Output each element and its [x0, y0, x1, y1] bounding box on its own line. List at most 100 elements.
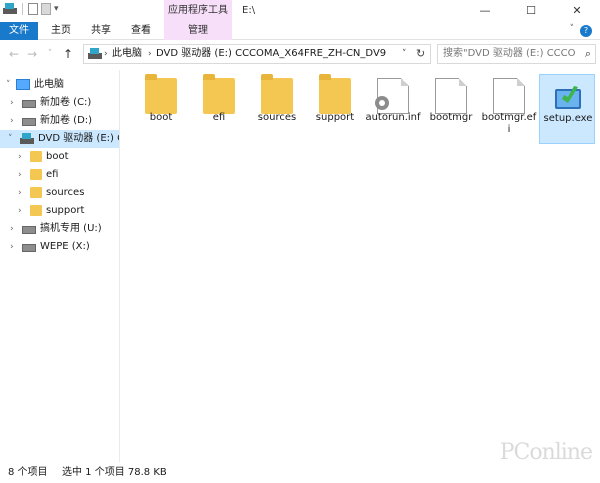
forward-arrow-icon[interactable]: → — [24, 45, 40, 63]
dvd-drive-icon[interactable] — [3, 3, 17, 15]
hard-drive-icon — [22, 118, 36, 126]
nav-label: 新加卷 (C:) — [40, 97, 92, 108]
expand-chevron-icon[interactable]: › — [18, 202, 22, 220]
file-name: support — [315, 112, 355, 123]
nav-label: 搞机专用 (U:) — [40, 223, 102, 234]
folder-icon — [261, 74, 293, 114]
hard-drive-icon — [22, 244, 36, 252]
tab-share[interactable]: 共享 — [84, 22, 118, 40]
breadcrumb-this-pc[interactable]: 此电脑 — [112, 45, 142, 63]
watermark-logo: PConline — [499, 440, 593, 465]
nav-label: support — [46, 205, 85, 216]
folder-icon — [203, 74, 235, 114]
expand-chevron-icon[interactable]: › — [18, 184, 22, 202]
expand-chevron-icon[interactable]: › — [10, 220, 14, 238]
file-item-bootmgr-efi[interactable]: bootmgr.efi — [481, 74, 537, 144]
recent-locations-chevron-icon[interactable]: ˅ — [42, 45, 58, 63]
file-name: efi — [212, 112, 226, 123]
navigation-bar: ← → ˅ ↑ › 此电脑 › DVD 驱动器 (E:) CCCOMA_X64F… — [0, 41, 600, 67]
usb-drive-icon — [22, 226, 36, 234]
nav-label: sources — [46, 187, 85, 198]
file-item-efi[interactable]: efi — [191, 74, 247, 144]
nav-label: 此电脑 — [34, 79, 64, 90]
settings-file-icon — [375, 78, 409, 114]
file-item-support[interactable]: support — [307, 74, 363, 144]
file-name: sources — [257, 112, 297, 123]
tab-file[interactable]: 文件 — [0, 22, 38, 40]
nav-item-drive-u[interactable]: › 搞机专用 (U:) — [0, 220, 119, 238]
nav-item-drive-x[interactable]: › WEPE (X:) — [0, 238, 119, 256]
nav-item-folder-efi[interactable]: › efi — [0, 166, 119, 184]
nav-label: WEPE (X:) — [40, 241, 90, 252]
file-list: boot efi sources support autorun.inf boo… — [121, 70, 600, 462]
ribbon-tabs: 文件 主页 共享 查看 管理 ˅ ? — [0, 22, 600, 40]
computer-icon — [16, 79, 30, 90]
nav-item-folder-sources[interactable]: › sources — [0, 184, 119, 202]
properties-icon[interactable] — [28, 3, 38, 15]
ribbon-context-group: 应用程序工具 — [164, 0, 232, 22]
refresh-icon[interactable]: ↻ — [416, 45, 425, 63]
file-name: setup.exe — [543, 113, 593, 124]
folder-icon — [30, 187, 42, 198]
folder-icon — [30, 205, 42, 216]
address-history-dropdown-icon[interactable]: ˅ — [402, 45, 407, 63]
blank-file-icon — [493, 78, 525, 114]
address-bar[interactable]: › 此电脑 › DVD 驱动器 (E:) CCCOMA_X64FRE_ZH-CN… — [83, 44, 431, 64]
dvd-drive-icon — [20, 133, 34, 144]
minimize-button[interactable]: — — [462, 0, 508, 22]
expand-chevron-icon[interactable]: › — [18, 148, 22, 166]
breadcrumb-separator-icon[interactable]: › — [104, 45, 108, 63]
expand-chevron-icon[interactable]: › — [10, 94, 14, 112]
help-icon[interactable]: ? — [580, 25, 592, 37]
search-placeholder: 搜索"DVD 驱动器 (E:) CCCOMA_X64FRE_ZH-CN_DV9" — [443, 48, 575, 59]
tab-manage[interactable]: 管理 — [164, 22, 232, 40]
tab-view[interactable]: 查看 — [124, 22, 158, 40]
ribbon-expand-icon[interactable]: ˅ — [570, 24, 575, 34]
nav-item-dvd-drive[interactable]: ˅ DVD 驱动器 (E:) CCCOMA_X64FRE_ZH-CN_DV9 — [0, 130, 119, 148]
file-name: autorun.inf — [365, 112, 421, 123]
dvd-drive-icon — [88, 48, 102, 59]
collapse-chevron-icon[interactable]: ˅ — [8, 130, 13, 148]
navigation-pane: ˅ 此电脑 › 新加卷 (C:) › 新加卷 (D:) ˅ DVD 驱动器 (E… — [0, 70, 120, 462]
nav-label: boot — [46, 151, 69, 162]
breadcrumb-dvd-drive[interactable]: DVD 驱动器 (E:) CCCOMA_X64FRE_ZH-CN_DV9 — [156, 45, 386, 63]
toolbar-separator — [22, 3, 23, 15]
back-arrow-icon[interactable]: ← — [6, 45, 22, 63]
file-item-bootmgr[interactable]: bootmgr — [423, 74, 479, 144]
folder-icon — [319, 74, 351, 114]
folder-icon — [30, 169, 42, 180]
tab-home[interactable]: 主页 — [44, 22, 78, 40]
folder-icon — [30, 151, 42, 162]
status-bar: 8 个项目 选中 1 个项目 78.8 KB — [0, 462, 600, 483]
close-button[interactable]: ✕ — [554, 0, 600, 22]
collapse-chevron-icon[interactable]: ˅ — [6, 76, 11, 94]
search-box[interactable]: 搜索"DVD 驱动器 (E:) CCCOMA_X64FRE_ZH-CN_DV9"… — [437, 44, 596, 64]
nav-label: 新加卷 (D:) — [40, 115, 93, 126]
nav-item-drive-d[interactable]: › 新加卷 (D:) — [0, 112, 119, 130]
file-item-boot[interactable]: boot — [133, 74, 189, 144]
customize-toolbar-icon[interactable]: ▾ — [54, 4, 59, 14]
search-icon: ⌕ — [584, 47, 591, 60]
nav-item-folder-boot[interactable]: › boot — [0, 148, 119, 166]
file-item-autorun[interactable]: autorun.inf — [365, 74, 421, 144]
up-arrow-icon[interactable]: ↑ — [60, 45, 76, 63]
file-name: boot — [149, 112, 173, 123]
window-title: E:\ — [242, 5, 256, 16]
quick-access-toolbar: ▾ — [3, 3, 59, 15]
selection-info: 选中 1 个项目 78.8 KB — [62, 467, 167, 478]
expand-chevron-icon[interactable]: › — [10, 238, 14, 256]
file-item-sources[interactable]: sources — [249, 74, 305, 144]
hard-drive-icon — [22, 100, 36, 108]
expand-chevron-icon[interactable]: › — [10, 112, 14, 130]
file-item-setup[interactable]: setup.exe — [539, 74, 595, 144]
title-bar: ▾ 应用程序工具 E:\ — ☐ ✕ — [0, 0, 600, 22]
nav-label: DVD 驱动器 (E:) CCCOMA_X64FRE_ZH-CN_DV9 — [38, 133, 119, 144]
new-folder-icon[interactable] — [41, 3, 51, 15]
nav-item-this-pc[interactable]: ˅ 此电脑 — [0, 76, 119, 94]
nav-item-drive-c[interactable]: › 新加卷 (C:) — [0, 94, 119, 112]
breadcrumb-separator-icon[interactable]: › — [148, 45, 152, 63]
setup-exe-icon — [555, 86, 581, 109]
expand-chevron-icon[interactable]: › — [18, 166, 22, 184]
nav-item-folder-support[interactable]: › support — [0, 202, 119, 220]
maximize-button[interactable]: ☐ — [508, 0, 554, 22]
